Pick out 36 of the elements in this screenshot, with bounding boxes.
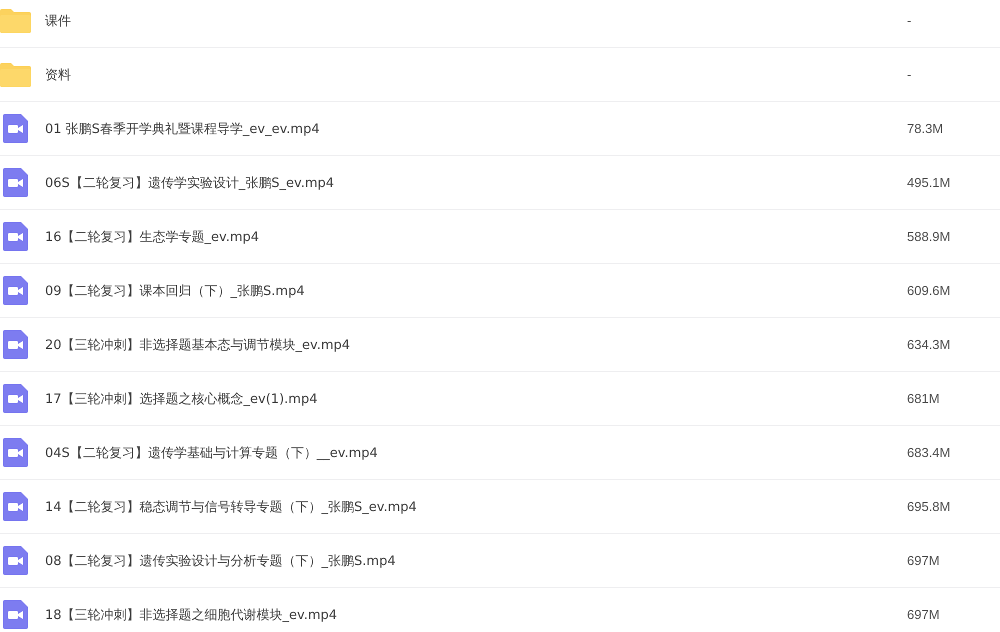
file-size: 683.4M — [907, 445, 952, 460]
file-size: 634.3M — [907, 337, 952, 352]
file-name[interactable]: 06S【二轮复习】遗传学实验设计_张鹏S_ev.mp4 — [45, 174, 907, 192]
file-size: 695.8M — [907, 499, 952, 514]
file-name[interactable]: 课件 — [45, 12, 907, 30]
file-name[interactable]: 09【二轮复习】课本回归（下）_张鹏S.mp4 — [45, 282, 907, 300]
file-name[interactable]: 04S【二轮复习】遗传学基础与计算专题（下）__ev.mp4 — [45, 444, 907, 462]
file-size: - — [907, 13, 912, 28]
file-name[interactable]: 16【二轮复习】生态学专题_ev.mp4 — [45, 228, 907, 246]
video-file-icon — [3, 438, 28, 467]
video-file-icon — [3, 492, 28, 521]
file-name[interactable]: 17【三轮冲刺】选择题之核心概念_ev(1).mp4 — [45, 390, 907, 408]
file-name[interactable]: 08【二轮复习】遗传实验设计与分析专题（下）_张鹏S.mp4 — [45, 552, 907, 570]
file-name[interactable]: 资料 — [45, 66, 907, 84]
video-file-icon — [3, 546, 28, 575]
video-file-icon — [3, 384, 28, 413]
folder-icon — [0, 62, 31, 87]
file-name[interactable]: 01 张鹏S春季开学典礼暨课程导学_ev_ev.mp4 — [45, 120, 907, 138]
video-file-icon — [3, 168, 28, 197]
folder-icon — [0, 8, 31, 33]
file-name[interactable]: 20【三轮冲刺】非选择题基本态与调节模块_ev.mp4 — [45, 336, 907, 354]
video-file-icon — [3, 330, 28, 359]
video-file-icon — [3, 276, 28, 305]
file-name[interactable]: 18【三轮冲刺】非选择题之细胞代谢模块_ev.mp4 — [45, 606, 907, 624]
file-size: 495.1M — [907, 175, 952, 190]
file-name[interactable]: 14【二轮复习】稳态调节与信号转导专题（下）_张鹏S_ev.mp4 — [45, 498, 907, 516]
video-file-icon — [3, 222, 28, 251]
file-size: - — [907, 67, 912, 82]
file-size: 609.6M — [907, 283, 952, 298]
file-size: 78.3M — [907, 121, 944, 136]
video-file-icon — [3, 114, 28, 143]
file-size: 588.9M — [907, 229, 952, 244]
file-size: 681M — [907, 391, 941, 406]
video-file-icon — [3, 600, 28, 629]
file-size: 697M — [907, 607, 941, 622]
file-size: 697M — [907, 553, 941, 568]
